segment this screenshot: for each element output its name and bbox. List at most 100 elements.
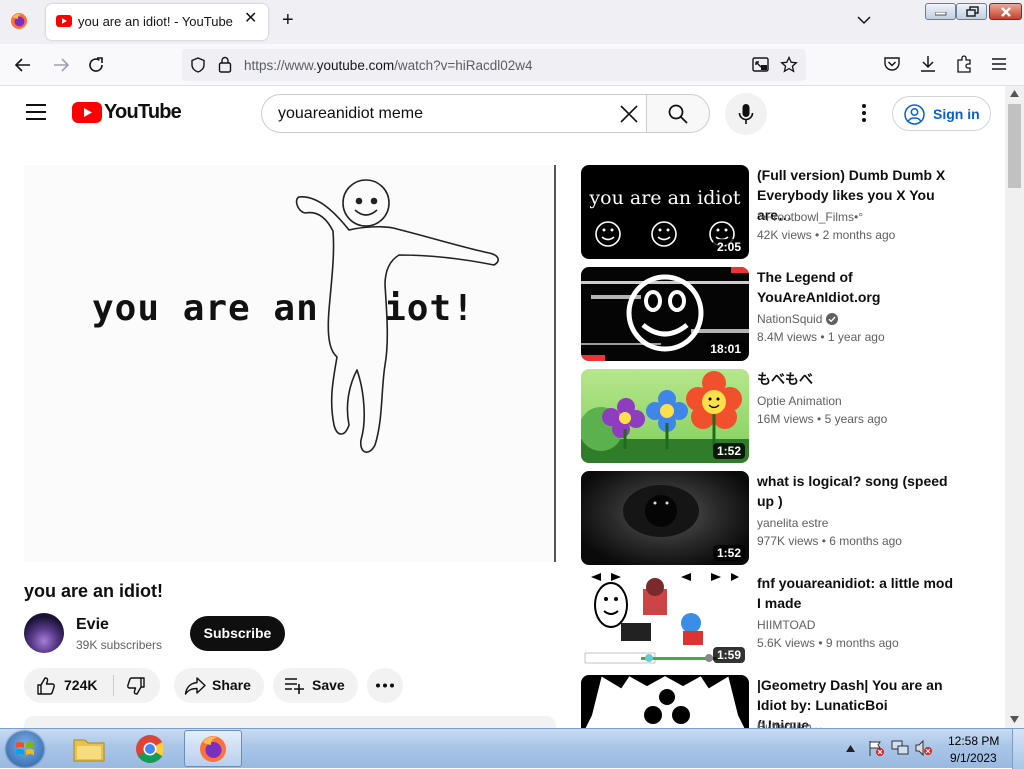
recommendation-item[interactable]: you are an idiot 2:05 (Full version) Dum…: [581, 165, 981, 259]
share-label: Share: [212, 677, 251, 693]
clear-search-icon[interactable]: [618, 103, 640, 125]
video-thumbnail[interactable]: 1:52: [581, 369, 749, 463]
recommendation-item[interactable]: 1:59 fnf youareanidiot: a little mod I m…: [581, 573, 981, 667]
recommendation-age: 6 months ago: [829, 534, 902, 548]
minimize-icon: [935, 12, 947, 16]
taskbar-chrome-button[interactable]: [121, 730, 179, 767]
show-desktop-button[interactable]: [1012, 729, 1024, 769]
pocket-icon[interactable]: [883, 56, 901, 73]
tracking-protection-shield-icon[interactable]: [190, 57, 206, 73]
video-duration: 2:05: [712, 239, 745, 255]
channel-name[interactable]: Evie: [76, 616, 109, 634]
search-button[interactable]: [646, 94, 710, 133]
like-count[interactable]: 724K: [64, 677, 97, 693]
microphone-icon: [738, 104, 754, 124]
video-duration: 18:01: [706, 341, 745, 357]
taskbar-firefox-button[interactable]: [184, 730, 242, 767]
downloads-icon[interactable]: [919, 55, 937, 73]
forward-arrow-icon[interactable]: [52, 56, 70, 74]
scroll-up-arrow-icon[interactable]: [1010, 90, 1019, 97]
app-menu-hamburger-icon[interactable]: [991, 57, 1007, 71]
tab-close-icon[interactable]: ✕: [244, 11, 260, 27]
video-thumbnail[interactable]: you are an idiot 2:05: [581, 165, 749, 259]
recommendation-channel[interactable]: NationSquid: [757, 312, 839, 326]
save-button[interactable]: Save: [273, 668, 358, 703]
video-thumbnail[interactable]: 1:59: [581, 573, 749, 667]
geometry-dash-face-graphic: [583, 675, 747, 728]
recommendation-item[interactable]: 18:01 The Legend of YouAreAnIdiot.org Na…: [581, 267, 981, 361]
browser-tab-bar: you are an idiot! - YouTube ✕ +: [0, 0, 1024, 44]
share-button[interactable]: Share: [174, 668, 264, 703]
guide-menu-icon[interactable]: [26, 104, 46, 120]
chevron-down-icon[interactable]: [856, 12, 872, 28]
recommendation-item[interactable]: 1:52 what is logical? song (speed up ) y…: [581, 471, 981, 565]
video-title: you are an idiot!: [24, 581, 164, 601]
youtube-logo-icon[interactable]: [72, 102, 102, 123]
start-button[interactable]: [6, 731, 44, 767]
action-center-flag-icon[interactable]: [867, 739, 885, 757]
back-arrow-icon[interactable]: [14, 56, 32, 74]
taskbar-explorer-button[interactable]: [60, 730, 118, 767]
recommendation-title[interactable]: fnf youareanidiot: a little mod I made: [757, 573, 957, 613]
windows-logo-icon: [16, 742, 34, 755]
account-circle-icon: [904, 104, 925, 125]
recommendation-channel[interactable]: yanelita estre: [757, 516, 828, 530]
clock-time[interactable]: 12:58 PM: [948, 734, 999, 748]
search-icon: [668, 104, 688, 124]
subscribe-button[interactable]: Subscribe: [190, 616, 285, 651]
recommendation-age: 2 months ago: [822, 228, 896, 242]
picture-in-picture-icon[interactable]: [752, 57, 770, 73]
recommendation-channel[interactable]: HIIMTOAD: [757, 618, 815, 632]
scroll-down-arrow-icon[interactable]: [1010, 716, 1019, 723]
firefox-view-icon[interactable]: [10, 12, 28, 30]
show-hidden-icons-icon[interactable]: [846, 745, 855, 752]
page-scrollbar[interactable]: [1005, 86, 1024, 728]
window-close-button[interactable]: [989, 3, 1022, 20]
settings-kebab-icon[interactable]: [860, 104, 868, 122]
clock-date[interactable]: 9/1/2023: [950, 751, 997, 765]
network-icon[interactable]: [891, 739, 909, 757]
recommendation-channel[interactable]: ButterFish: [757, 720, 812, 728]
more-horizontal-icon: [376, 683, 394, 688]
dislike-thumbs-down-icon[interactable]: [126, 676, 146, 696]
like-thumbs-up-icon[interactable]: [36, 676, 56, 696]
url-bar[interactable]: https://www.youtube.com/watch?v=hiRacdl0…: [182, 49, 806, 81]
youtube-wordmark[interactable]: YouTube: [104, 101, 182, 124]
reload-icon[interactable]: [87, 56, 105, 74]
recommendation-views: 8.4M views: [757, 330, 818, 344]
recommendation-title[interactable]: The Legend of YouAreAnIdiot.org: [757, 267, 957, 307]
video-player[interactable]: you are an diot!: [24, 165, 556, 562]
recommendation-item[interactable]: |Geometry Dash| You are an Idiot by: Lun…: [581, 675, 981, 728]
scrollbar-thumb[interactable]: [1008, 104, 1021, 188]
search-input[interactable]: [278, 103, 598, 125]
recommendation-item[interactable]: 1:52 もべもべ Optie Animation 16M views • 5 …: [581, 369, 981, 463]
channel-avatar[interactable]: [24, 613, 64, 653]
recommendation-channel[interactable]: °•Frootbowl_Films•°: [757, 210, 863, 224]
video-duration: 1:52: [712, 443, 745, 459]
recommendation-title[interactable]: もべもべ: [757, 369, 957, 389]
voice-search-button[interactable]: [725, 93, 767, 135]
video-thumbnail[interactable]: [581, 675, 749, 728]
volume-muted-icon[interactable]: [915, 739, 933, 757]
folder-icon: [73, 739, 105, 762]
window-minimize-button[interactable]: [925, 3, 956, 20]
restore-icon: [966, 6, 979, 17]
like-dislike-group: 724K: [24, 668, 160, 703]
recommendation-views: 42K views: [757, 228, 812, 242]
video-thumbnail[interactable]: 18:01: [581, 267, 749, 361]
dancing-stick-figure: [295, 179, 499, 453]
recommendation-title[interactable]: what is logical? song (speed up ): [757, 471, 957, 511]
sign-in-button[interactable]: Sign in: [892, 96, 991, 131]
more-actions-button[interactable]: [367, 668, 403, 703]
window-restore-button[interactable]: [956, 3, 987, 20]
new-tab-button[interactable]: +: [282, 10, 294, 30]
sign-in-label: Sign in: [933, 106, 980, 122]
url-text[interactable]: https://www.youtube.com/watch?v=hiRacdl0…: [244, 58, 533, 73]
video-thumbnail[interactable]: 1:52: [581, 471, 749, 565]
extensions-puzzle-icon[interactable]: [955, 55, 973, 73]
lock-icon[interactable]: [218, 56, 232, 73]
bookmark-star-icon[interactable]: [780, 56, 798, 74]
recommendation-views: 16M views: [757, 412, 814, 426]
browser-tab[interactable]: you are an idiot! - YouTube ✕: [46, 4, 268, 40]
recommendation-channel[interactable]: Optie Animation: [757, 394, 842, 408]
